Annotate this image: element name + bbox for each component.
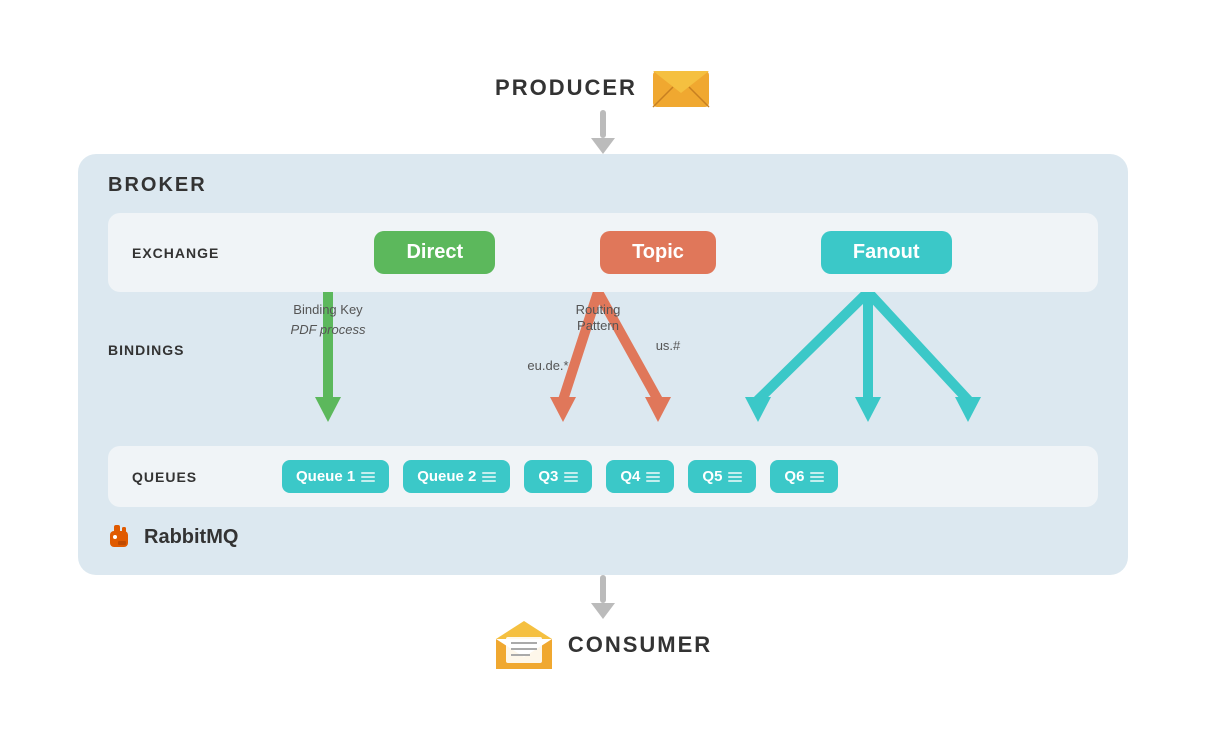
svg-text:Routing: Routing xyxy=(576,302,621,317)
rabbitmq-logo-icon xyxy=(108,523,136,551)
queue-1-button[interactable]: Queue 1 xyxy=(282,460,389,493)
consumer-label: CONSUMER xyxy=(568,632,712,658)
queue-5-button[interactable]: Q5 xyxy=(688,460,756,493)
queue-3-button[interactable]: Q3 xyxy=(524,460,592,493)
broker-footer: RabbitMQ xyxy=(108,523,1098,551)
diagram: PRODUCER BROKER EXCHANGE Direct xyxy=(53,65,1153,671)
exchange-label: EXCHANGE xyxy=(132,245,252,261)
queue-lines-icon xyxy=(810,472,824,482)
bindings-label: BINDINGS xyxy=(108,342,228,358)
queue-lines-icon xyxy=(646,472,660,482)
queue-6-button[interactable]: Q6 xyxy=(770,460,838,493)
producer-envelope-icon xyxy=(651,65,711,110)
queue-4-button[interactable]: Q4 xyxy=(606,460,674,493)
consumer-envelope-icon xyxy=(494,619,554,671)
producer-label: PRODUCER xyxy=(495,75,637,101)
queue-2-button[interactable]: Queue 2 xyxy=(403,460,510,493)
producer-to-broker-arrow xyxy=(591,110,615,154)
bindings-arrows-area: Binding Key PDF process Routing Pattern … xyxy=(108,292,1098,442)
svg-text:Binding Key: Binding Key xyxy=(293,302,363,317)
queues-label: QUEUES xyxy=(132,469,252,485)
direct-exchange-button[interactable]: Direct xyxy=(374,231,495,274)
topic-exchange-button[interactable]: Topic xyxy=(600,231,716,274)
svg-text:us.#: us.# xyxy=(656,338,681,353)
queues-content: Queue 1 Queue 2 Q3 xyxy=(252,460,1074,493)
svg-text:eu.de.*: eu.de.* xyxy=(527,358,568,373)
exchange-row: EXCHANGE Direct Topic Fanout xyxy=(108,213,1098,292)
broker-label: BROKER xyxy=(108,174,1098,197)
svg-text:PDF process: PDF process xyxy=(291,322,366,337)
arrows-svg: Binding Key PDF process Routing Pattern … xyxy=(108,292,1098,442)
queue-lines-icon xyxy=(482,472,496,482)
rabbitmq-label: RabbitMQ xyxy=(144,526,238,549)
consumer-section: CONSUMER xyxy=(494,619,712,671)
svg-text:Pattern: Pattern xyxy=(577,318,619,333)
broker-box: BROKER EXCHANGE Direct Topic Fanout xyxy=(78,154,1128,575)
broker-to-consumer-arrow xyxy=(591,575,615,619)
queue-lines-icon xyxy=(361,472,375,482)
producer-section: PRODUCER xyxy=(495,65,711,110)
fanout-exchange-button[interactable]: Fanout xyxy=(821,231,952,274)
exchange-buttons: Direct Topic Fanout xyxy=(252,231,1074,274)
queue-lines-icon xyxy=(564,472,578,482)
queues-row: QUEUES Queue 1 Queue 2 xyxy=(108,446,1098,507)
queue-lines-icon xyxy=(728,472,742,482)
